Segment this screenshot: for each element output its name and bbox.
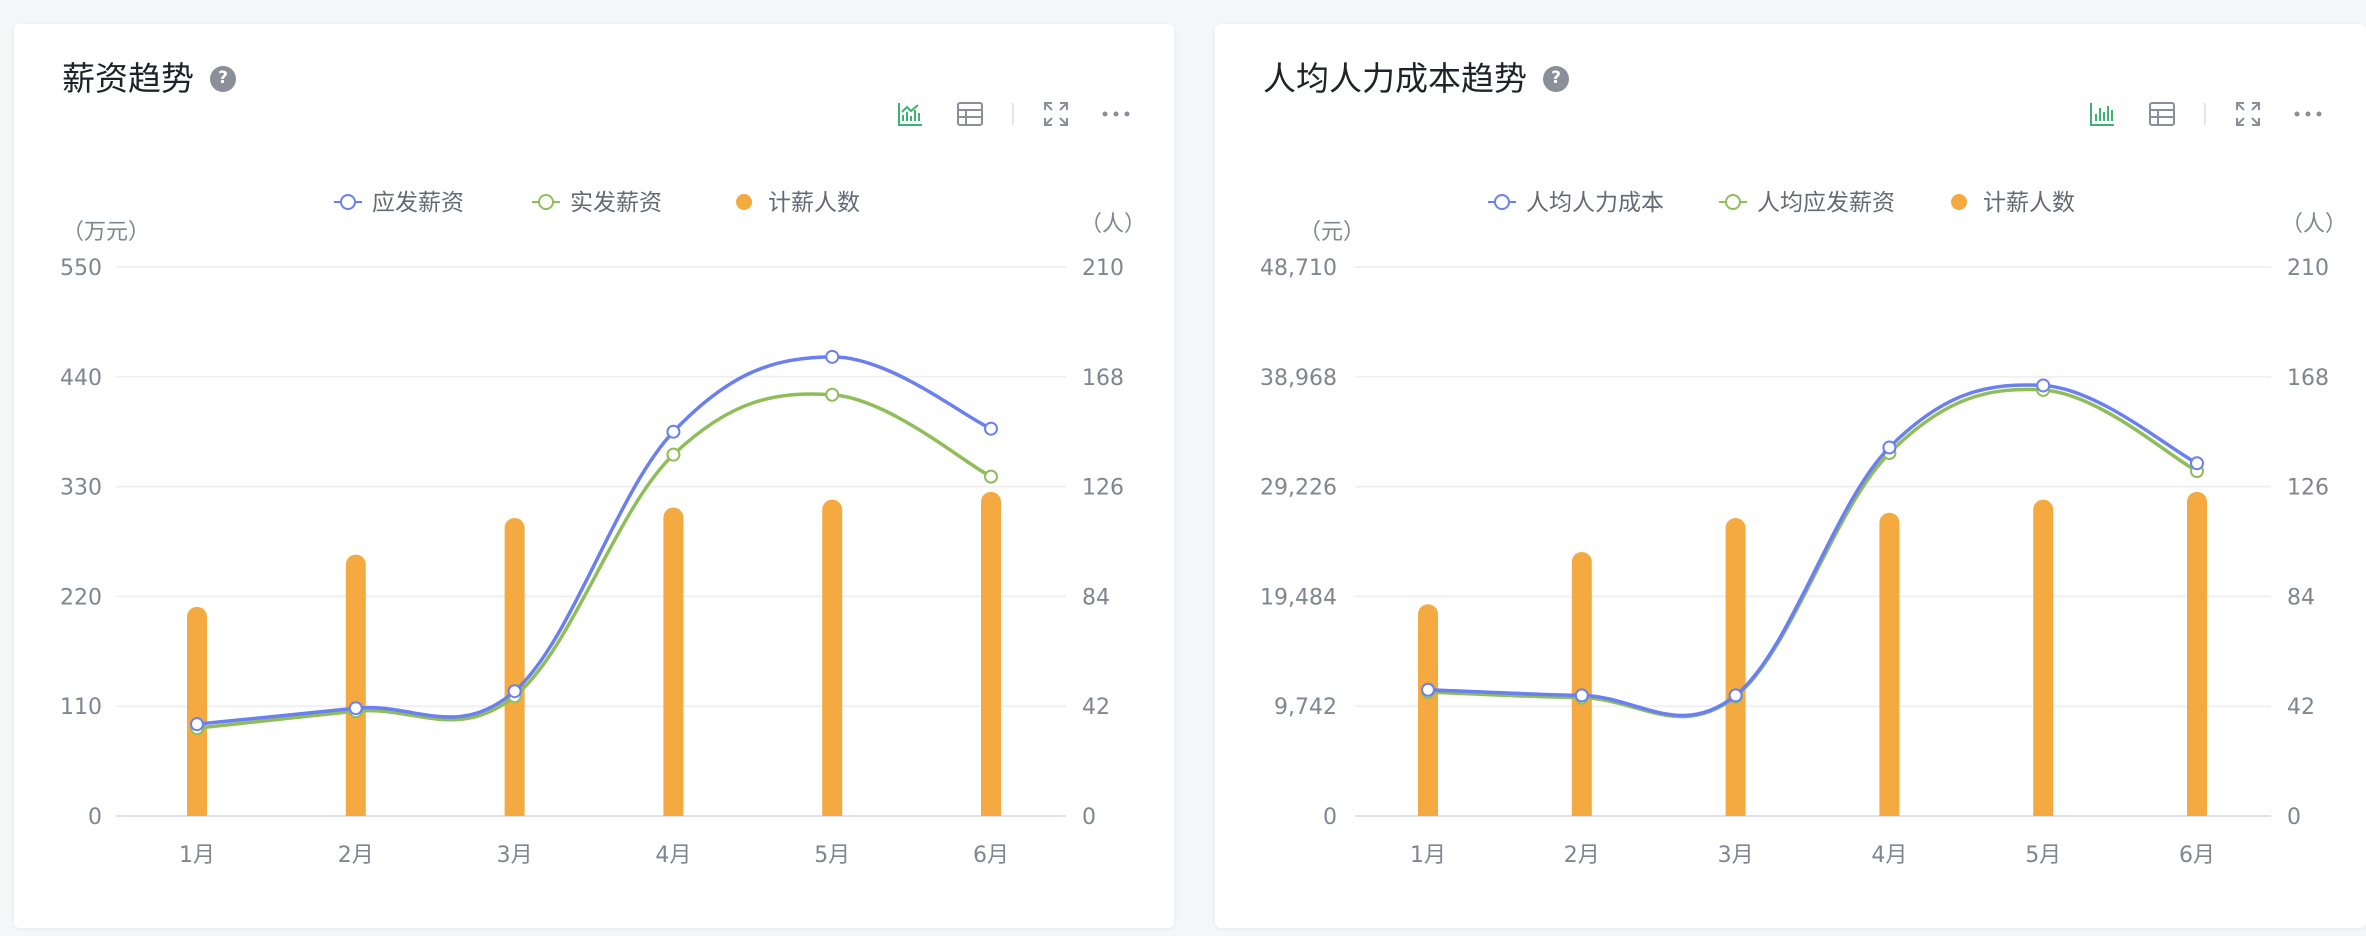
y-right-tick-label: 168 <box>1082 366 1124 391</box>
bar-计薪人数 <box>981 491 1001 816</box>
point-实发薪资 <box>666 447 681 462</box>
salary-trend-card: 薪资趋势 ? 0 110 220 330 440 550 0 42 84 126 168 210 （万元… <box>14 24 1174 928</box>
bar-计薪人数 <box>187 606 207 816</box>
x-tick-label: 1月 <box>179 843 215 868</box>
per-capita-cost-card: 人均人力成本趋势 ? 0 9,742 19,484 29,226 38,968 48,71… <box>1215 24 2366 928</box>
y-left-tick-label: 110 <box>60 695 102 720</box>
y-right-tick-label: 210 <box>1082 256 1124 281</box>
bar-计薪人数 <box>2033 499 2054 816</box>
y-left-tick-label: 19,484 <box>1260 585 1337 610</box>
y-left-tick-label: 0 <box>88 805 102 830</box>
point-应发薪资 <box>984 421 998 436</box>
point-应发薪资 <box>825 349 840 364</box>
y-left-tick-label: 48,710 <box>1260 256 1337 281</box>
point-实发薪资 <box>825 387 840 402</box>
legend-label: 计薪人数 <box>768 190 860 216</box>
legend-marker-dot <box>1494 194 1510 210</box>
y-right-tick-label: 42 <box>1082 695 1110 720</box>
x-tick-label: 5月 <box>814 843 850 868</box>
legend-label: 应发薪资 <box>372 190 464 216</box>
point-人均人力成本 <box>1574 688 1589 703</box>
legend-marker-dot <box>1725 194 1741 210</box>
y-right-tick-label: 0 <box>2287 805 2301 830</box>
bar-计薪人数 <box>1879 512 1900 816</box>
point-应发薪资 <box>507 684 522 699</box>
legend-item: 应发薪资 <box>334 190 464 216</box>
legend-item: 人均应发薪资 <box>1719 190 1895 216</box>
line-人均人力成本 <box>1427 383 2198 718</box>
y-left-unit-label: （元） <box>1299 220 1365 245</box>
y-right-tick-label: 0 <box>1082 805 1096 830</box>
x-tick-label: 6月 <box>2179 843 2215 868</box>
y-right-tick-label: 210 <box>2287 256 2329 281</box>
x-tick-label: 2月 <box>338 843 374 868</box>
point-人均人力成本 <box>1882 440 1897 455</box>
y-right-tick-label: 126 <box>2287 476 2329 501</box>
x-tick-label: 3月 <box>1718 843 1754 868</box>
line-应发薪资 <box>196 355 992 726</box>
legend-marker-dot <box>1951 194 1967 210</box>
point-应发薪资 <box>348 701 363 716</box>
y-left-tick-label: 29,226 <box>1260 476 1337 501</box>
legend-label: 人均人力成本 <box>1526 190 1664 216</box>
point-人均人力成本 <box>2190 456 2204 471</box>
y-right-tick-label: 84 <box>2287 585 2315 610</box>
point-人均人力成本 <box>1421 682 1435 697</box>
point-人均人力成本 <box>1728 688 1743 703</box>
x-tick-label: 4月 <box>1871 843 1907 868</box>
y-left-tick-label: 330 <box>60 476 102 501</box>
bar-计薪人数 <box>1571 551 1592 816</box>
y-right-tick-label: 168 <box>2287 366 2329 391</box>
line-实发薪资 <box>196 392 992 730</box>
legend-label: 实发薪资 <box>570 190 662 216</box>
legend-label: 人均应发薪资 <box>1757 190 1895 216</box>
per-capita-cost-chart: 0 9,742 19,484 29,226 38,968 48,710 0 42 84 126 16… <box>1260 190 2347 868</box>
bar-计薪人数 <box>663 507 684 816</box>
legend-item: 计薪人数 <box>1951 190 2075 216</box>
legend-item: 实发薪资 <box>532 190 662 216</box>
y-right-tick-label: 84 <box>1082 585 1110 610</box>
line-人均应发薪资 <box>1427 387 2198 719</box>
legend-item: 计薪人数 <box>736 190 860 216</box>
x-tick-label: 6月 <box>973 843 1009 868</box>
x-tick-label: 2月 <box>1564 843 1600 868</box>
y-right-unit-label: （人） <box>2281 212 2347 237</box>
point-应发薪资 <box>666 424 681 439</box>
y-left-tick-label: 550 <box>60 256 102 281</box>
legend-marker-dot <box>736 194 752 210</box>
legend-marker-dot <box>340 194 356 210</box>
point-人均人力成本 <box>2036 378 2051 393</box>
bar-计薪人数 <box>504 517 525 816</box>
bar-计薪人数 <box>2187 491 2207 816</box>
bar-计薪人数 <box>822 499 843 816</box>
legend-marker-dot <box>538 194 554 210</box>
bar-计薪人数 <box>1725 517 1746 816</box>
y-right-tick-label: 126 <box>1082 476 1124 501</box>
y-right-tick-label: 42 <box>2287 695 2315 720</box>
y-left-tick-label: 9,742 <box>1274 695 1337 720</box>
y-left-unit-label: （万元） <box>62 220 150 245</box>
y-left-tick-label: 0 <box>1323 805 1337 830</box>
point-应发薪资 <box>190 717 204 732</box>
legend-item: 人均人力成本 <box>1488 190 1664 216</box>
y-right-unit-label: （人） <box>1080 212 1146 237</box>
y-left-tick-label: 440 <box>60 366 102 391</box>
x-tick-label: 5月 <box>2025 843 2061 868</box>
bar-计薪人数 <box>1418 604 1438 816</box>
x-tick-label: 1月 <box>1410 843 1446 868</box>
x-tick-label: 4月 <box>655 843 691 868</box>
bar-计薪人数 <box>345 554 366 816</box>
point-实发薪资 <box>984 469 998 484</box>
legend-label: 计薪人数 <box>1983 190 2075 216</box>
x-tick-label: 3月 <box>497 843 533 868</box>
y-left-tick-label: 38,968 <box>1260 366 1337 391</box>
salary-trend-chart: 0 110 220 330 440 550 0 42 84 126 168 210 （万元） （人） 1月 2… <box>60 190 1146 868</box>
y-left-tick-label: 220 <box>60 585 102 610</box>
